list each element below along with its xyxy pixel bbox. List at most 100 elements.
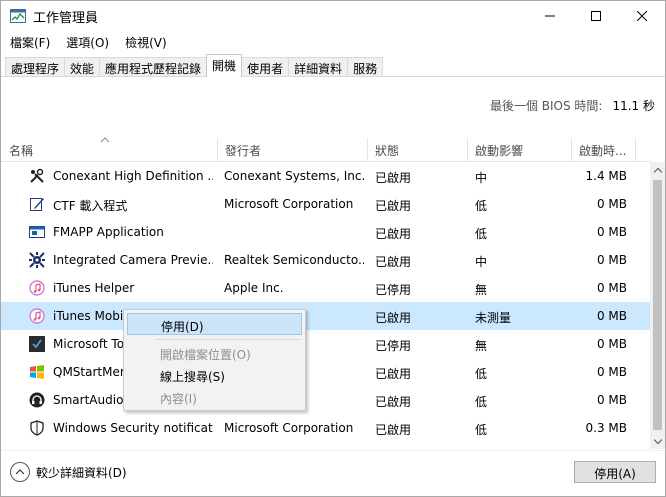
menu-view[interactable]: 檢視(V) [117,31,175,53]
row-status: 已啟用 [375,367,412,381]
row-status: 已停用 [375,283,412,297]
bios-time: 最後一個 BIOS 時間: 11.1 秒 [490,97,655,114]
task-manager-icon [10,9,26,23]
column-divider[interactable] [635,138,636,162]
row-impact: 低 [475,395,488,409]
vertical-scrollbar[interactable] [650,162,665,449]
row-status: 已啟用 [375,423,412,437]
tab-users[interactable]: 使用者 [241,57,290,77]
row-impact: 低 [475,423,488,437]
column-startup-impact[interactable]: 啟動影響 [467,140,571,160]
row-name: CTF 載入程式 [53,199,128,213]
row-impact: 未測量 [475,311,512,325]
startup-list: Conexant High Definition ... Conexant Sy… [1,162,650,442]
shield-icon [29,420,45,436]
todo-icon [29,336,45,352]
tab-details[interactable]: 詳細資料 [288,57,349,77]
row-disk-io: 0 MB [596,225,627,239]
close-button[interactable] [619,1,665,31]
disable-button[interactable]: 停用(A) [574,461,656,483]
row-name: Windows Security notificat... [53,421,213,435]
bios-time-value: 11.1 秒 [612,99,655,113]
table-row[interactable]: SmartAudio ems, Inc. 已啟用 低 0 MB [1,386,650,414]
scrollbar-thumb[interactable] [653,180,662,430]
table-row[interactable]: Conexant High Definition ... Conexant Sy… [1,162,650,190]
row-publisher: Realtek Semiconducto... [224,253,364,267]
table-row[interactable]: FMAPP Application 已啟用 低 0 MB [1,218,650,246]
table-row[interactable]: Integrated Camera Previe... Realtek Semi… [1,246,650,274]
tab-services[interactable]: 服務 [347,57,384,77]
row-impact: 中 [475,255,488,269]
minimize-icon [545,11,555,21]
tab-performance[interactable]: 效能 [64,57,101,77]
row-impact: 低 [475,199,488,213]
row-disk-io: 0 MB [596,197,627,211]
row-impact: 低 [475,227,488,241]
row-status: 已啟用 [375,395,412,409]
row-impact: 低 [475,367,488,381]
row-disk-io: 0 MB [596,281,627,295]
column-header: 名稱 發行者 狀態 啟動影響 啟動時... [1,138,665,162]
row-name: FMAPP Application [53,225,164,239]
column-publisher[interactable]: 發行者 [217,140,367,160]
row-status: 已啟用 [375,199,412,213]
tools-icon [29,168,45,184]
table-row-selected[interactable]: iTunes Mobi 已啟用 未測量 0 MB [1,302,650,330]
context-disable[interactable]: 停用(D) [127,313,302,335]
row-disk-io: 1.4 MB [585,169,627,183]
table-row[interactable]: QMStartMer 已啟用 低 0 MB [1,358,650,386]
tab-startup[interactable]: 開機 [206,54,243,77]
column-name[interactable]: 名稱 [1,140,217,160]
row-status: 已啟用 [375,255,412,269]
row-publisher: Microsoft Corporation [224,197,354,211]
menu-options[interactable]: 選項(O) [58,31,117,53]
footer-divider [1,450,665,451]
row-disk-io: 0.3 MB [585,421,627,435]
tab-app-history[interactable]: 應用程式歷程記錄 [99,57,208,77]
table-row[interactable]: iTunes Helper Apple Inc. 已停用 無 0 MB [1,274,650,302]
scroll-down-icon[interactable] [650,433,665,449]
row-publisher: Apple Inc. [224,281,284,295]
fewer-details-label: 較少詳細資料(D) [36,465,127,480]
task-manager-window: 工作管理員 檔案(F) 選項(O) 檢視(V) 處理程序 效能 應用程式歷程記錄… [0,0,666,497]
column-status[interactable]: 狀態 [367,140,467,160]
context-properties: 內容(I) [160,392,197,406]
tab-strip: 處理程序 效能 應用程式歷程記錄 開機 使用者 詳細資料 服務 [5,54,384,77]
row-status: 已啟用 [375,227,412,241]
camera-gear-icon [29,252,45,268]
row-name: Conexant High Definition ... [53,169,213,183]
table-row[interactable]: Microsoft To orporation 已停用 無 0 MB [1,330,650,358]
row-disk-io: 0 MB [596,309,627,323]
row-status: 已停用 [375,339,412,353]
row-impact: 無 [475,283,488,297]
title-bar[interactable]: 工作管理員 [1,1,665,31]
row-impact: 無 [475,339,488,353]
tab-processes[interactable]: 處理程序 [5,57,66,77]
context-search-online[interactable]: 線上搜尋(S) [127,364,302,386]
row-publisher: Microsoft Corporation [224,421,354,435]
column-disk-io[interactable]: 啟動時... [571,140,637,160]
maximize-icon [591,11,601,21]
context-menu: 停用(D) 開啟檔案位置(O) 線上搜尋(S) 內容(I) [123,309,306,411]
itunes-icon [29,280,45,296]
row-disk-io: 0 MB [596,337,627,351]
close-icon [637,11,647,21]
scroll-up-icon[interactable] [650,162,665,178]
tab-divider [1,76,665,77]
fewer-details-toggle[interactable]: 較少詳細資料(D) [10,462,127,482]
row-name: Integrated Camera Previe... [53,253,213,267]
menu-file[interactable]: 檔案(F) [1,31,58,53]
maximize-button[interactable] [573,1,619,31]
row-status: 已啟用 [375,171,412,185]
minimize-button[interactable] [527,1,573,31]
row-status: 已啟用 [375,311,412,325]
row-impact: 中 [475,171,488,185]
bios-time-label: 最後一個 BIOS 時間: [489,99,603,113]
pen-icon [29,196,45,212]
row-disk-io: 0 MB [596,253,627,267]
menu-divider [156,339,301,340]
row-name: iTunes Helper [53,281,135,295]
table-row[interactable]: Windows Security notificat... Microsoft … [1,414,650,442]
context-open-file-location: 開啟檔案位置(O) [160,348,251,362]
table-row[interactable]: CTF 載入程式 Microsoft Corporation 已啟用 低 0 M… [1,190,650,218]
